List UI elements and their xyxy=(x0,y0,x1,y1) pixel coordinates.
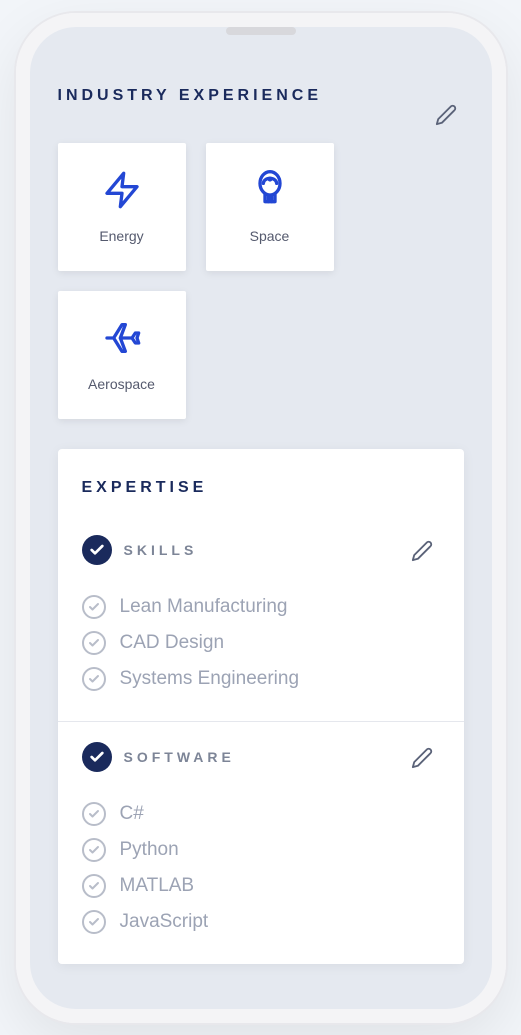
edit-software-button[interactable] xyxy=(404,740,440,776)
expertise-title: Expertise xyxy=(82,479,440,497)
item-label: MATLAB xyxy=(120,875,195,897)
check-badge-icon xyxy=(82,742,112,772)
item-label: CAD Design xyxy=(120,632,225,654)
industry-header: Industry Experience xyxy=(58,87,464,133)
pencil-icon xyxy=(435,104,457,126)
card-label: Space xyxy=(250,228,290,244)
screen: Industry Experience Energy xyxy=(30,27,492,1009)
check-circle-icon xyxy=(82,838,106,862)
industry-card-energy[interactable]: Energy xyxy=(58,143,186,271)
check-circle-icon xyxy=(82,631,106,655)
industry-cards: Energy Space xyxy=(58,143,464,419)
skills-list: Lean Manufacturing CAD Design Systems En… xyxy=(82,595,440,721)
check-circle-icon xyxy=(82,802,106,826)
industry-card-aerospace[interactable]: Aerospace xyxy=(58,291,186,419)
phone-notch xyxy=(226,27,296,35)
card-label: Energy xyxy=(99,228,143,244)
check-circle-icon xyxy=(82,667,106,691)
pencil-icon xyxy=(411,540,433,562)
list-item: JavaScript xyxy=(82,910,440,934)
item-label: JavaScript xyxy=(120,911,209,933)
bolt-icon xyxy=(102,170,142,210)
item-label: Systems Engineering xyxy=(120,668,300,690)
edit-skills-button[interactable] xyxy=(404,533,440,569)
skills-header: Skills xyxy=(82,515,440,577)
edit-industry-button[interactable] xyxy=(428,97,464,133)
item-label: C# xyxy=(120,803,144,825)
check-badge-icon xyxy=(82,535,112,565)
item-label: Python xyxy=(120,839,179,861)
expertise-panel: Expertise Skills Lean Manufacturing xyxy=(58,449,464,964)
software-header: Software xyxy=(82,722,440,784)
phone-frame: Industry Experience Energy xyxy=(16,13,506,1023)
list-item: C# xyxy=(82,802,440,826)
software-list: C# Python MATLAB JavaScript xyxy=(82,802,440,964)
list-item: Lean Manufacturing xyxy=(82,595,440,619)
list-item: Python xyxy=(82,838,440,862)
skills-subtitle: Skills xyxy=(124,542,198,558)
check-circle-icon xyxy=(82,595,106,619)
card-label: Aerospace xyxy=(88,376,155,392)
item-label: Lean Manufacturing xyxy=(120,596,288,618)
check-circle-icon xyxy=(82,910,106,934)
list-item: CAD Design xyxy=(82,631,440,655)
astronaut-icon xyxy=(250,170,290,210)
check-circle-icon xyxy=(82,874,106,898)
list-item: Systems Engineering xyxy=(82,667,440,691)
pencil-icon xyxy=(411,747,433,769)
plane-icon xyxy=(102,318,142,358)
software-subtitle: Software xyxy=(124,749,235,765)
industry-card-space[interactable]: Space xyxy=(206,143,334,271)
industry-title: Industry Experience xyxy=(58,87,322,105)
list-item: MATLAB xyxy=(82,874,440,898)
